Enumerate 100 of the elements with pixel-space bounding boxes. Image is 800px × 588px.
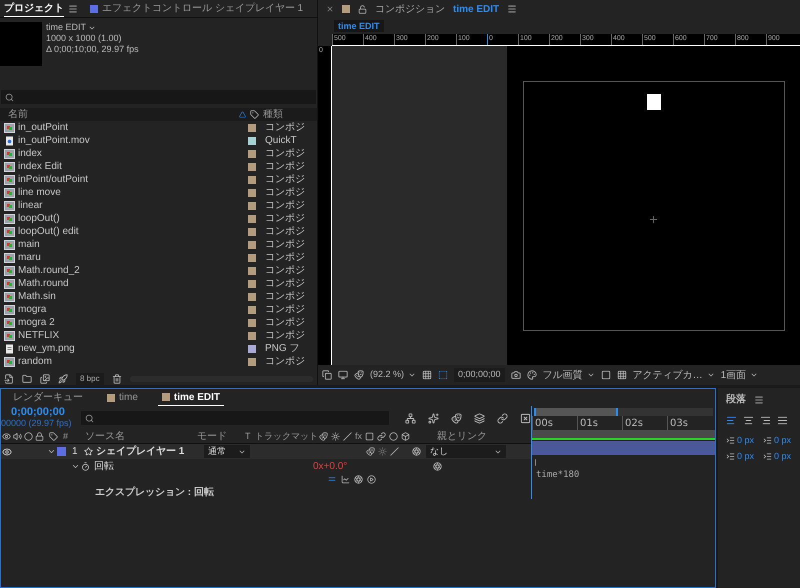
layer-number: 1: [72, 445, 79, 459]
interpret-footage-icon[interactable]: [4, 374, 14, 384]
indent-value[interactable]: 0 px: [774, 434, 792, 448]
panel-menu-icon[interactable]: [507, 4, 518, 14]
justify-icon[interactable]: [777, 415, 788, 426]
project-item[interactable]: inPoint/outPoint コンポジ: [0, 173, 317, 186]
grid-icon[interactable]: [422, 370, 432, 380]
comp-duration: Δ 0;00;10;00, 29.97 fps: [46, 44, 139, 55]
comp-breadcrumb[interactable]: time EDIT: [334, 20, 384, 32]
camera-icon[interactable]: [510, 370, 521, 380]
align-center-icon[interactable]: [743, 415, 754, 426]
snapshot-icon[interactable]: [322, 370, 332, 380]
rocket-icon[interactable]: [58, 374, 68, 384]
eye-icon: [2, 432, 11, 441]
sort-arrow-icon: [239, 111, 246, 118]
project-item[interactable]: Math.round_2 コンポジ: [0, 264, 317, 277]
timeline-tab[interactable]: time: [103, 390, 142, 405]
project-item[interactable]: mogra 2 コンポジ: [0, 316, 317, 329]
current-time[interactable]: 0;00;00;00: [1, 407, 73, 418]
mask-icon[interactable]: [354, 370, 364, 380]
project-item[interactable]: maru コンポジ: [0, 251, 317, 264]
lock-icon[interactable]: [358, 4, 367, 14]
label-swatch: [90, 4, 98, 12]
column-header[interactable]: 名前: [8, 107, 235, 122]
flowchart-icon[interactable]: [405, 412, 416, 424]
composition-icon: [4, 226, 15, 236]
panel-tab[interactable]: プロジェクト: [4, 0, 64, 16]
expression-label: エクスプレッション : 回転: [94, 485, 215, 499]
expression-menu-icon[interactable]: [367, 474, 376, 484]
graph-icon[interactable]: [341, 474, 350, 484]
composition-icon: [4, 266, 15, 276]
parent-dropdown[interactable]: なし: [426, 444, 506, 458]
project-item[interactable]: in_outPoint コンポジ: [0, 121, 317, 134]
tag-icon: [49, 432, 58, 441]
comp-tab[interactable]: time EDIT: [453, 2, 500, 16]
view-layout-dropdown[interactable]: 1画面: [720, 368, 758, 382]
transparency-grid-icon[interactable]: [616, 370, 627, 380]
project-item[interactable]: line move コンポジ: [0, 186, 317, 199]
align-right-icon[interactable]: [760, 415, 771, 426]
star-icon: [84, 447, 93, 456]
composition-icon: [4, 162, 15, 172]
project-item[interactable]: in_outPoint.mov QuickT: [0, 134, 317, 147]
bit-depth-button[interactable]: 8 bpc: [76, 373, 104, 385]
project-item[interactable]: new_ym.png PNG フ: [0, 342, 317, 355]
composition-icon: [4, 214, 15, 224]
trash-icon[interactable]: [112, 374, 122, 384]
panel-menu-icon[interactable]: [754, 394, 764, 404]
project-item[interactable]: linear コンポジ: [0, 199, 317, 212]
thumbnail-placeholder: [0, 22, 42, 66]
crosshair-icon: [648, 214, 659, 225]
zoom-dropdown[interactable]: (92.2 %): [370, 368, 416, 382]
panel-title: 段落: [726, 392, 746, 407]
column-header[interactable]: 種類: [263, 107, 309, 122]
project-item[interactable]: loopOut() edit コンポジ: [0, 225, 317, 238]
stopwatch-icon[interactable]: [81, 462, 90, 470]
project-item[interactable]: loopOut() コンポジ: [0, 212, 317, 225]
expression-code[interactable]: time*180: [532, 469, 715, 482]
indent-value[interactable]: 0 px: [737, 450, 754, 463]
project-item[interactable]: main コンポジ: [0, 238, 317, 251]
comp-name: time EDIT: [46, 22, 86, 33]
composition-icon: [4, 148, 15, 158]
folder-icon[interactable]: [22, 374, 32, 384]
project-item[interactable]: Math.round コンポジ: [0, 277, 317, 290]
project-item[interactable]: Math.sin コンポジ: [0, 290, 317, 303]
project-item[interactable]: random コンポジ: [0, 355, 317, 368]
region-icon[interactable]: [438, 370, 448, 380]
panel-tab[interactable]: エフェクトコントロール シェイプレイヤー 1: [102, 1, 304, 16]
visibility-icon[interactable]: [2, 446, 12, 456]
project-item[interactable]: index Edit コンポジ: [0, 160, 317, 173]
indent-value[interactable]: 0 px: [774, 450, 792, 463]
composition-icon: [4, 330, 15, 340]
layer-name[interactable]: シェイプレイヤー 1: [96, 444, 204, 459]
project-item[interactable]: mogra コンポジ: [0, 303, 317, 316]
property-name: 回転: [94, 460, 115, 474]
search-icon: [84, 414, 94, 422]
indent-value[interactable]: 0 px: [737, 434, 754, 448]
panel-menu-icon[interactable]: [68, 4, 78, 14]
caret-icon: [586, 371, 595, 379]
time-display[interactable]: 0;00;00;00: [454, 368, 505, 382]
composition-icon: [4, 356, 15, 366]
mode-dropdown[interactable]: 通常: [204, 444, 250, 458]
project-item[interactable]: NETFLIX コンポジ: [0, 329, 317, 342]
column-header: トラックマット: [255, 430, 319, 443]
color-channel-icon[interactable]: [526, 370, 537, 380]
search-field[interactable]: [80, 411, 389, 425]
align-left-icon[interactable]: [726, 415, 737, 426]
project-item[interactable]: index コンポジ: [0, 147, 317, 160]
indent-icon: [726, 452, 735, 461]
timeline-tab[interactable]: レンダーキュー: [9, 390, 87, 405]
movie-file-icon: [4, 136, 15, 146]
search-field[interactable]: [1, 90, 316, 104]
camera-dropdown[interactable]: アクティブカ…: [632, 368, 715, 382]
column-header: T: [245, 430, 252, 443]
timeline-tab[interactable]: time EDIT: [158, 390, 224, 406]
composition-icon: [4, 174, 15, 184]
property-value[interactable]: 0x+0.0°: [313, 458, 433, 474]
quality-dropdown[interactable]: フル画質: [542, 368, 595, 382]
monitor-icon[interactable]: [338, 370, 348, 380]
close-icon[interactable]: [326, 5, 334, 13]
indent-icon: [763, 452, 772, 461]
